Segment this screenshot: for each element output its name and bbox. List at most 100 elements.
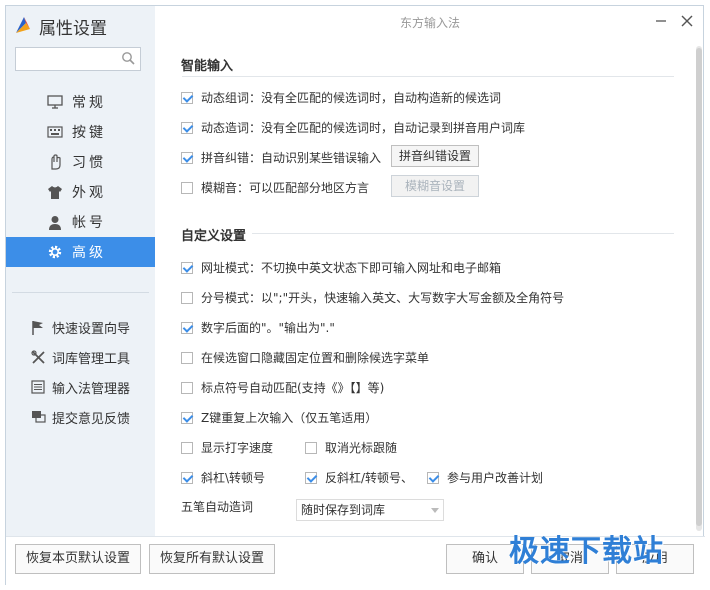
keyboard-icon	[46, 123, 64, 141]
tool-label: 快速设置向导	[52, 321, 131, 337]
nav-item-appearance[interactable]: 外观	[6, 177, 155, 207]
option-cancel-cursor-follow[interactable]: 取消光标跟随	[305, 439, 397, 456]
checkbox[interactable]	[305, 471, 317, 484]
option-fuzzy-sound[interactable]: 模糊音：可以匹配部分地区方言	[181, 179, 369, 196]
checkbox[interactable]	[181, 471, 193, 484]
tool-item-setup-wizard[interactable]: 快速设置向导	[6, 312, 155, 342]
option-label: 数字后面的"。"输出为"."	[201, 321, 335, 335]
option-label: 显示打字速度	[201, 441, 274, 455]
feedback-icon	[30, 409, 46, 425]
app-logo-icon	[16, 17, 30, 33]
select-value: 随时保存到词库	[301, 503, 386, 517]
option-label: 标点符号自动匹配(支持《》【】等)	[201, 381, 385, 395]
scrollbar[interactable]	[696, 46, 702, 531]
pinyin-correction-settings-button[interactable]: 拼音纠错设置	[391, 145, 479, 167]
option-label: 拼音纠错：自动识别某些错误输入	[201, 151, 382, 165]
section-divider	[182, 76, 674, 77]
checkbox[interactable]	[181, 91, 193, 104]
option-label: 动态组词：没有全匹配的候选词时，自动构造新的候选词	[201, 91, 502, 105]
nav-label: 帐号	[72, 215, 106, 231]
fuzzy-sound-settings-button[interactable]: 模糊音设置	[391, 175, 479, 197]
nav-label: 外观	[72, 185, 106, 201]
section-title-custom: 自定义设置	[181, 229, 247, 244]
option-label: 分号模式：以";"开头，快速输入英文、大写数字大写金额及全角符号	[201, 291, 565, 305]
section-divider	[252, 233, 674, 234]
option-pinyin-correction[interactable]: 拼音纠错：自动识别某些错误输入	[181, 149, 381, 166]
search-input[interactable]	[15, 47, 141, 71]
option-hide-candidate-menu[interactable]: 在候选窗口隐藏固定位置和删除候选字菜单	[181, 349, 429, 366]
option-label: 动态造词：没有全匹配的候选词时，自动记录到拼音用户词库	[201, 121, 526, 135]
checkbox[interactable]	[181, 411, 193, 424]
option-user-improvement[interactable]: 参与用户改善计划	[427, 469, 543, 486]
checkbox[interactable]	[305, 441, 317, 454]
hand-icon	[46, 153, 64, 171]
option-dynamic-phrase[interactable]: 动态组词：没有全匹配的候选词时，自动构造新的候选词	[181, 89, 501, 106]
tools-icon	[30, 349, 46, 365]
option-label: 取消光标跟随	[325, 441, 398, 455]
sidebar-divider	[12, 292, 149, 293]
option-label: 参与用户改善计划	[447, 471, 544, 485]
scrollbar-thumb[interactable]	[696, 48, 702, 526]
option-label: Z键重复上次输入（仅五笔适用）	[201, 411, 378, 425]
option-label: 模糊音：可以匹配部分地区方言	[201, 181, 370, 195]
tool-label: 输入法管理器	[52, 381, 131, 397]
sidebar: 属性设置 常规 按键 习惯 外观 帐号 高级 快速设置向导 词库管理工具 输入法…	[6, 6, 155, 536]
chevron-down-icon	[431, 508, 439, 513]
option-label: 反斜杠/转顿号、	[325, 471, 414, 485]
tool-label: 词库管理工具	[52, 351, 131, 367]
monitor-icon	[46, 93, 64, 111]
nav-item-habits[interactable]: 习惯	[6, 147, 155, 177]
user-icon	[46, 213, 64, 231]
watermark: 极速下载站	[509, 534, 664, 569]
shirt-icon	[46, 183, 64, 201]
checkbox[interactable]	[427, 471, 439, 484]
gear-icon	[46, 243, 64, 261]
option-label: 斜杠\转顿号	[201, 471, 266, 485]
option-backslash-to-dunhao[interactable]: 反斜杠/转顿号、	[305, 469, 413, 486]
checkbox[interactable]	[181, 441, 193, 454]
tool-item-dictionary[interactable]: 词库管理工具	[6, 342, 155, 372]
wubi-auto-word-label: 五笔自动造词	[181, 500, 254, 514]
restore-all-defaults-button[interactable]: 恢复所有默认设置	[149, 544, 275, 574]
checkbox[interactable]	[181, 151, 193, 164]
option-label: 在候选窗口隐藏固定位置和删除候选字菜单	[201, 351, 430, 365]
checkbox[interactable]	[181, 351, 193, 364]
nav-label: 习惯	[72, 155, 106, 171]
option-url-mode[interactable]: 网址模式：不切换中英文状态下即可输入网址和电子邮箱	[181, 259, 501, 276]
nav-label: 常规	[72, 95, 106, 111]
restore-page-defaults-button[interactable]: 恢复本页默认设置	[15, 544, 141, 574]
option-typing-speed[interactable]: 显示打字速度	[181, 439, 273, 456]
flag-icon	[30, 319, 46, 335]
checkbox[interactable]	[181, 381, 193, 394]
settings-window: 属性设置 常规 按键 习惯 外观 帐号 高级 快速设置向导 词库管理工具 输入法…	[5, 5, 705, 586]
checkbox[interactable]	[181, 181, 193, 194]
option-number-period[interactable]: 数字后面的"。"输出为"."	[181, 319, 335, 336]
nav-item-keys[interactable]: 按键	[6, 117, 155, 147]
minimize-icon[interactable]	[654, 14, 668, 28]
wubi-auto-word-select[interactable]: 随时保存到词库	[296, 499, 444, 521]
option-slash-to-dunhao[interactable]: 斜杠\转顿号	[181, 469, 265, 486]
window-title: 东方输入法	[399, 16, 460, 30]
checkbox[interactable]	[181, 261, 193, 274]
checkbox[interactable]	[181, 291, 193, 304]
close-icon[interactable]	[680, 14, 694, 28]
option-label: 网址模式：不切换中英文状态下即可输入网址和电子邮箱	[201, 261, 502, 275]
option-punctuation-match[interactable]: 标点符号自动匹配(支持《》【】等)	[181, 379, 384, 396]
nav-item-advanced[interactable]: 高级	[6, 237, 155, 267]
nav-label: 按键	[72, 125, 106, 141]
nav-item-account[interactable]: 帐号	[6, 207, 155, 237]
tool-label: 提交意见反馈	[52, 411, 131, 427]
section-title-smart-input: 智能输入	[181, 59, 234, 74]
option-dynamic-word[interactable]: 动态造词：没有全匹配的候选词时，自动记录到拼音用户词库	[181, 119, 525, 136]
nav-label: 高级	[72, 245, 106, 261]
option-z-repeat[interactable]: Z键重复上次输入（仅五笔适用）	[181, 409, 377, 426]
app-title: 属性设置	[39, 19, 107, 39]
tool-item-feedback[interactable]: 提交意见反馈	[6, 402, 155, 432]
nav-item-general[interactable]: 常规	[6, 87, 155, 117]
option-semicolon-mode[interactable]: 分号模式：以";"开头，快速输入英文、大写数字大写金额及全角符号	[181, 289, 564, 306]
list-icon	[30, 379, 46, 395]
tool-item-ime-manager[interactable]: 输入法管理器	[6, 372, 155, 402]
checkbox[interactable]	[181, 321, 193, 334]
search-icon[interactable]	[121, 51, 135, 65]
checkbox[interactable]	[181, 121, 193, 134]
